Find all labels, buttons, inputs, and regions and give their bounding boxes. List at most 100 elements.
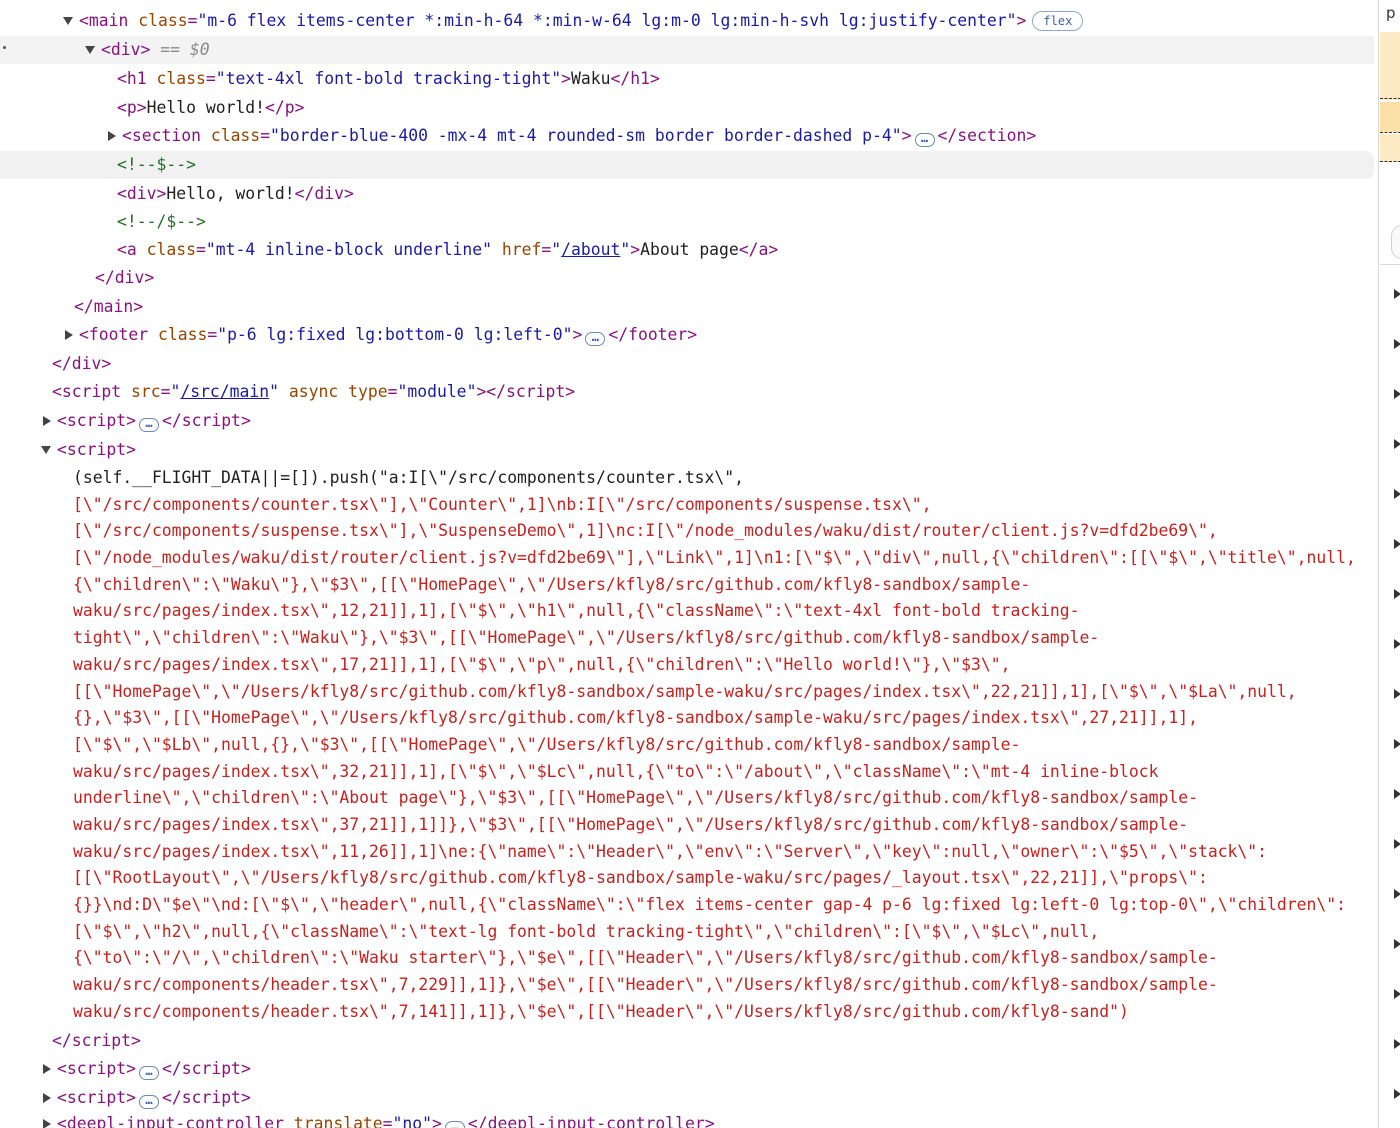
tag-name: div xyxy=(126,184,157,203)
tree-node-a[interactable]: <a class="mt-4 inline-block underline" h… xyxy=(0,236,1374,264)
expand-arrow-icon[interactable] xyxy=(1394,489,1400,499)
attr-name: class xyxy=(210,126,261,145)
expand-arrow-icon[interactable] xyxy=(1394,1039,1400,1049)
box-model-dash xyxy=(1380,98,1400,99)
box-model-padding xyxy=(1380,134,1400,162)
text-node: About page xyxy=(640,240,739,259)
script-line: {}}\nd:D\"$e\"\nd:[\"$\",\"header\",null… xyxy=(73,895,1346,914)
tree-node-script-collapsed[interactable]: <script>… </script> xyxy=(0,407,1374,435)
tree-node-main[interactable]: <main class="m-6 flex items-center *:min… xyxy=(0,7,1374,35)
ellipsis-button[interactable]: … xyxy=(138,1094,159,1109)
tag-name: footer xyxy=(88,325,149,344)
tag-name: main xyxy=(93,297,134,316)
tree-node-main-close[interactable]: </main> xyxy=(0,293,1374,321)
tree-node-p[interactable]: <p>Hello world!</p> xyxy=(0,94,1374,122)
attr-value: p-6 lg:fixed lg:bottom-0 lg:left-0 xyxy=(227,325,563,344)
tree-node-outer-div-close[interactable]: </div> xyxy=(0,350,1374,378)
tree-node-comment-close[interactable]: <!--/$--> xyxy=(0,208,1374,236)
tree-node-div-selected[interactable]: <div> == $0 xyxy=(0,36,1374,64)
script-line: [\"/src/components/suspense.tsx\"],\"Sus… xyxy=(73,521,1218,541)
expand-arrow-icon[interactable] xyxy=(1394,539,1400,549)
attr-name: class xyxy=(138,11,188,30)
tree-node-footer[interactable]: <footer class="p-6 lg:fixed lg:bottom-0 … xyxy=(0,321,1374,349)
expand-arrow-icon[interactable] xyxy=(1394,389,1400,399)
comment-text: <!--$--> xyxy=(117,155,196,174)
attr-name: src xyxy=(130,382,161,401)
expand-arrow-icon[interactable] xyxy=(1394,639,1400,649)
attr-value: no xyxy=(402,1114,423,1128)
expand-arrow-icon[interactable] xyxy=(1394,789,1400,799)
filter-input[interactable] xyxy=(1391,225,1400,259)
box-model-margin xyxy=(1380,32,1400,100)
tag-name: script xyxy=(71,1031,131,1050)
expand-arrow-icon[interactable] xyxy=(1394,889,1400,899)
collapse-arrow-icon[interactable] xyxy=(84,36,96,64)
expand-arrow-icon[interactable] xyxy=(1394,289,1400,299)
expand-arrow-icon[interactable] xyxy=(1394,339,1400,349)
script-line: {},\"$3\",[[\"HomePage\",\"/Users/kfly8/… xyxy=(73,708,1198,728)
ellipsis-button[interactable]: … xyxy=(444,1120,465,1128)
src-link[interactable]: /src/main xyxy=(180,382,269,401)
tag-name: deepl-input-controller xyxy=(66,1114,284,1128)
expand-arrow-icon[interactable] xyxy=(40,407,52,435)
tag-name: script xyxy=(66,440,127,459)
expand-arrow-icon[interactable] xyxy=(1394,939,1400,949)
tree-node-comment-open[interactable]: <!--$--> xyxy=(0,151,1374,179)
ellipsis-button[interactable]: … xyxy=(138,417,159,432)
script-line: [[\"HomePage\",\"/Users/kfly8/src/github… xyxy=(73,681,1297,701)
tree-node-script-close[interactable]: </script> xyxy=(0,1027,1374,1055)
attr-name: class xyxy=(157,325,208,344)
expand-arrow-icon[interactable] xyxy=(105,122,117,150)
tag-name: script xyxy=(66,411,127,430)
script-line: waku/src/pages/index.tsx\",32,21]],1],[\… xyxy=(73,761,1159,781)
attr-value: m-6 flex items-center *:min-h-64 *:min-w… xyxy=(207,11,1007,30)
expand-arrow-icon[interactable] xyxy=(1394,989,1400,999)
tree-node-deepl[interactable]: <deepl-input-controller translate="no">…… xyxy=(0,1110,1374,1128)
flex-badge[interactable]: flex xyxy=(1032,11,1084,31)
tag-name: h1 xyxy=(126,69,147,88)
text-node: Hello world! xyxy=(146,98,266,117)
ellipsis-button[interactable]: … xyxy=(138,1065,159,1080)
script-line: waku/src/pages/index.tsx\",17,21]],1],[\… xyxy=(73,654,1011,674)
selected-marker: == $0 xyxy=(160,40,210,59)
ellipsis-button[interactable]: … xyxy=(585,331,606,346)
tag-name: div xyxy=(71,354,102,373)
expand-arrow-icon[interactable] xyxy=(1394,589,1400,599)
tree-node-inner-div[interactable]: <div>Hello, world!</div> xyxy=(0,180,1374,208)
expand-arrow-icon[interactable] xyxy=(1394,439,1400,449)
expand-arrow-icon[interactable] xyxy=(1394,689,1400,699)
expand-arrow-icon[interactable] xyxy=(62,321,74,349)
tree-node-script-main[interactable]: <script src="/src/main" async type="modu… xyxy=(0,378,1374,406)
href-link[interactable]: /about xyxy=(561,240,620,259)
elements-tree: <main class="m-6 flex items-center *:min… xyxy=(0,0,1378,1128)
tag-name: script xyxy=(61,382,122,401)
script-line: {\"children\":\"Waku\"},\"$3\",[[\"HomeP… xyxy=(73,574,1031,594)
tree-node-script-collapsed-3[interactable]: <script>… </script> xyxy=(0,1084,1374,1112)
box-model-dash xyxy=(1380,132,1400,133)
tag-name: script xyxy=(66,1059,127,1078)
panel-divider xyxy=(1380,264,1400,265)
expand-arrow-icon[interactable] xyxy=(1394,739,1400,749)
tree-node-script-collapsed-2[interactable]: <script>… </script> xyxy=(0,1055,1374,1083)
tree-node-h1[interactable]: <h1 class="text-4xl font-bold tracking-t… xyxy=(0,65,1374,93)
styles-side-panel: p xyxy=(1378,0,1400,1128)
expand-arrow-icon[interactable] xyxy=(40,1055,52,1083)
expand-arrow-icon[interactable] xyxy=(40,1084,52,1112)
ellipsis-button[interactable]: … xyxy=(914,132,935,147)
script-text-content: (self.__FLIGHT_DATA||=[]).push("a:I[\"/s… xyxy=(73,465,1363,1025)
attr-name: translate xyxy=(293,1114,383,1128)
collapse-arrow-icon[interactable] xyxy=(40,436,52,464)
expand-arrow-icon[interactable] xyxy=(1394,839,1400,849)
collapse-arrow-icon[interactable] xyxy=(62,7,74,35)
expand-arrow-icon[interactable] xyxy=(1394,1089,1400,1099)
attr-value: module xyxy=(407,382,467,401)
tag-name: main xyxy=(88,11,129,30)
attr-value: border-blue-400 -mx-4 mt-4 rounded-sm bo… xyxy=(279,126,892,145)
tag-name: p xyxy=(284,98,295,117)
tree-node-div-close[interactable]: </div> xyxy=(0,264,1374,292)
tree-node-script-open[interactable]: <script> xyxy=(0,436,1374,464)
expand-arrow-icon[interactable] xyxy=(40,1110,52,1128)
tree-node-section[interactable]: <section class="border-blue-400 -mx-4 mt… xyxy=(0,122,1374,150)
tag-name: script xyxy=(181,411,241,430)
selection-dot-icon xyxy=(3,46,6,49)
